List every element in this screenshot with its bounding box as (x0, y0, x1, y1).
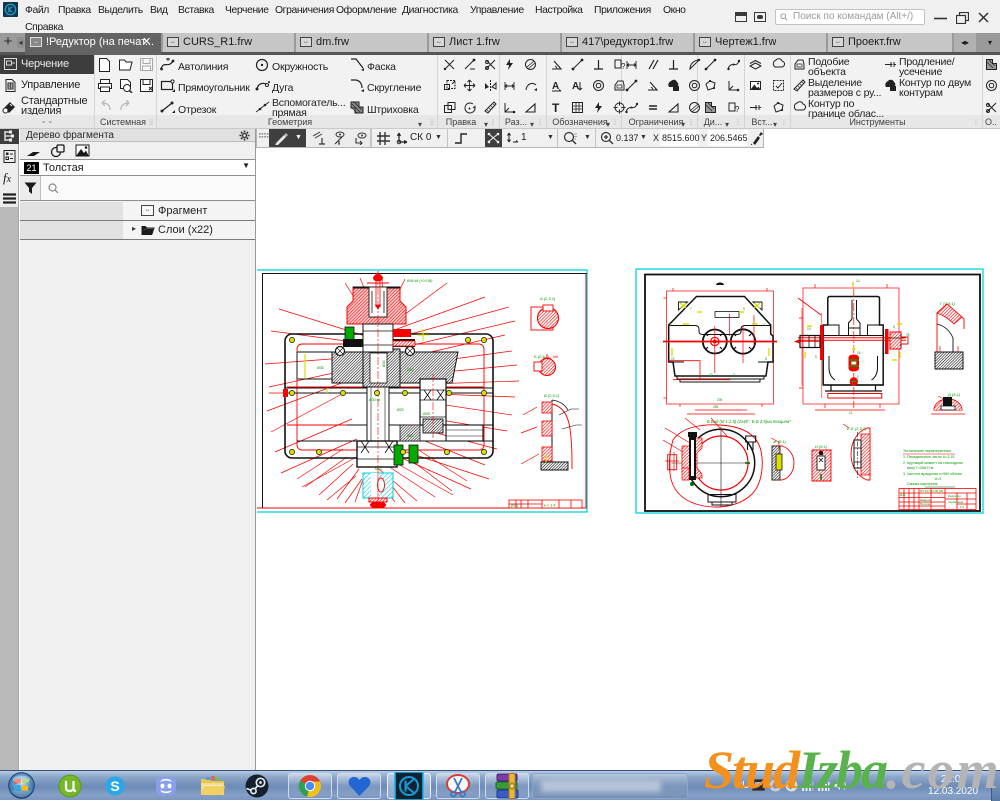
svg-text:1:2: 1:2 (960, 505, 965, 509)
svg-text:S: S (110, 778, 119, 794)
svg-text:М8: М8 (553, 355, 558, 359)
svg-text:Ø35: Ø35 (317, 366, 324, 370)
svg-text:6: 6 (893, 325, 895, 329)
svg-text:22: 22 (671, 357, 675, 361)
svg-text:И (5:1): И (5:1) (815, 444, 828, 449)
svg-text:Смазка картерная: Смазка картерная (907, 482, 937, 486)
svg-text:Ø25: Ø25 (397, 408, 404, 412)
svg-text:?: ? (735, 105, 740, 114)
svg-text:и=3: и=3 (935, 477, 941, 481)
svg-text:8: 8 (765, 357, 767, 361)
svg-text:14: 14 (856, 279, 860, 283)
svg-text:В (2,5:1): В (2,5:1) (544, 393, 560, 398)
svg-text:9: 9 (743, 307, 745, 311)
svg-text:205: 205 (717, 398, 723, 402)
svg-text:3: 3 (733, 373, 735, 377)
svg-text:Ø45 k6 (+0.018): Ø45 k6 (+0.018) (407, 279, 432, 283)
svg-text:11: 11 (849, 411, 853, 415)
svg-text:валу Т=258 Н·м: валу Т=258 Н·м (907, 466, 934, 470)
svg-text:24: 24 (857, 351, 861, 355)
svg-text:3. Частота вращения n=960 об/м: 3. Частота вращения n=960 об/мин (903, 472, 962, 476)
svg-text:А (2,5:1): А (2,5:1) (539, 296, 556, 301)
svg-text:Редуктор: Редуктор (948, 494, 961, 498)
svg-text:Технические характеристики: Технические характеристики (903, 449, 951, 453)
svg-text:Б Вид (М 1:2.5) (2х45°, Б-Б: Б Вид (М 1:2.5) (2х45°, Б-Б 2.5)на тощин… (707, 419, 791, 424)
svg-text:А: А (572, 81, 579, 92)
svg-text:Изм: Изм (900, 493, 906, 497)
svg-text:25: 25 (906, 333, 910, 337)
svg-text:Ø52: Ø52 (407, 368, 414, 372)
svg-text:Ø28: Ø28 (423, 412, 430, 416)
svg-text:Ø20: Ø20 (407, 434, 414, 438)
svg-text:Е-Е (2,5:1): Е-Е (2,5:1) (847, 426, 867, 431)
svg-text:Д (5:1): Д (5:1) (947, 392, 961, 397)
svg-text:255: 255 (713, 405, 719, 409)
svg-text:A: A (552, 81, 559, 92)
svg-text:червячный: червячный (948, 500, 963, 504)
svg-text:12: 12 (668, 323, 672, 327)
svg-text:5: 5 (815, 355, 817, 359)
svg-text:2. Крутящий момент на тихоходн: 2. Крутящий момент на тихоходном (903, 461, 963, 465)
svg-text:1. Передаточное число U=3,15: 1. Передаточное число U=3,15 (903, 455, 954, 459)
svg-text:7: 7 (690, 307, 692, 311)
svg-text:Т: Т (552, 101, 560, 114)
svg-text:к-т 1:4: к-т 1:4 (544, 503, 556, 508)
svg-text:Ø30 k6: Ø30 k6 (369, 398, 380, 402)
svg-text:16: 16 (709, 373, 713, 377)
svg-text:ПК 417.01.00 СБ: ПК 417.01.00 СБ (920, 489, 943, 493)
svg-text:Ø40: Ø40 (382, 360, 386, 367)
svg-text:2: 2 (857, 375, 859, 379)
svg-text:4: 4 (763, 323, 765, 327)
svg-text:ред: ред (511, 503, 518, 508)
svg-text:19: 19 (807, 327, 811, 331)
svg-text:Петров: Петров (920, 502, 930, 506)
svg-text:М12: М12 (375, 467, 382, 471)
